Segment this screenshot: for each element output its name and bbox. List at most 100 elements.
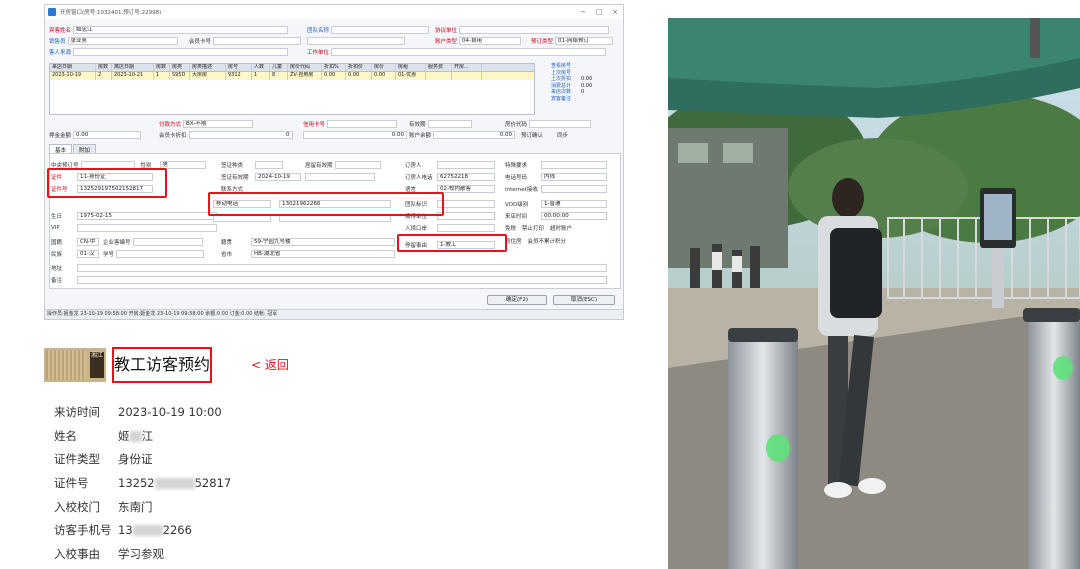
back-link[interactable]: < 返回	[251, 356, 289, 373]
campus-gate-photo	[668, 18, 1080, 569]
visa-extra-field[interactable]	[305, 172, 375, 181]
booking-type-label: 预订类型	[531, 38, 554, 45]
list-item: 证件号 13252 52817	[54, 471, 231, 495]
guest-name-label: 宾客姓名	[49, 27, 72, 34]
nopoint-checkbox[interactable]: 会员不累计积分	[528, 237, 569, 245]
language-field[interactable]: 02-校内散客	[437, 184, 495, 193]
list-item: 来访时间 2023-10-19 10:00	[54, 400, 231, 424]
member-level-field[interactable]: 0	[188, 130, 293, 139]
guest-source-field[interactable]	[73, 47, 289, 56]
confirm-button[interactable]: 确定(F2)	[487, 295, 547, 305]
guest-name-field[interactable]: 姬忠江	[73, 25, 289, 34]
arrival-time-label: 来店时间	[505, 213, 528, 220]
outer-checkbox[interactable]: 超时账户	[550, 224, 574, 232]
work-unit-label: 工作单位	[307, 49, 330, 56]
visa-type-field[interactable]	[255, 160, 283, 169]
table-row[interactable]: 2023-10-19 2 2023-10-21 1 S95D 大床房 9312 …	[50, 72, 534, 80]
cancel-button[interactable]: 取消(ESC)	[553, 295, 615, 305]
grid-cell: 0.00	[346, 72, 372, 80]
balance-row: 账户余额 0.00	[409, 130, 516, 139]
school-field[interactable]	[116, 249, 205, 258]
maximize-icon[interactable]: □	[591, 8, 607, 16]
account-type-extra-field[interactable]	[307, 36, 405, 45]
entry-label: 入境口岸	[405, 225, 428, 232]
member-card-field[interactable]	[213, 36, 302, 45]
arrival-time-row: 来店时间 00:00:00	[505, 211, 607, 220]
work-unit-field[interactable]	[331, 47, 607, 56]
vip-label: VIP	[51, 224, 60, 231]
info-key: 姓名	[54, 428, 77, 443]
pay-label: 付款方式	[159, 121, 182, 128]
sales-unit-field[interactable]	[459, 25, 610, 34]
credit-field[interactable]	[327, 119, 398, 128]
gender-field[interactable]: 男	[159, 160, 206, 169]
vip-field[interactable]	[77, 223, 217, 232]
minimize-icon[interactable]: −	[575, 8, 591, 16]
noprint-checkbox[interactable]: 禁止打印	[522, 224, 546, 232]
amount-row: 0.00	[303, 130, 407, 139]
deposit-field[interactable]: 0.00	[73, 130, 142, 139]
guest-phone-field[interactable]: 内线	[541, 172, 607, 181]
address-field[interactable]	[77, 263, 607, 272]
balance-field[interactable]: 0.00	[433, 130, 516, 139]
visa-type-row: 签证种类 居留有效期	[221, 160, 381, 169]
group-mark-field[interactable]	[437, 199, 495, 208]
booking-type-field[interactable]: 01-网络预订	[555, 36, 614, 45]
voucher-row: 房价代码	[505, 119, 592, 128]
guest-name-row: 宾客姓名 姬忠江	[49, 25, 289, 34]
ethnic-field[interactable]: 01-汉	[77, 249, 99, 258]
same-room-row: 同住房 会员不累计积分	[505, 236, 568, 245]
list-item: 证件类型 身份证	[54, 447, 231, 471]
origin-field[interactable]: 59-宁园九号楼	[251, 237, 395, 246]
province-field[interactable]: HB-湖北省	[251, 249, 395, 258]
order-unit-field[interactable]	[437, 211, 495, 220]
group-name-field[interactable]	[331, 25, 430, 34]
stay-valid-field[interactable]	[334, 160, 381, 169]
booker-phone-field[interactable]: 62752218	[437, 172, 495, 181]
vod-field[interactable]: 1-普通	[541, 199, 607, 208]
info-key: 访客手机号	[54, 523, 112, 538]
info-value: 13 2266	[118, 523, 192, 538]
work-unit-row: 工作单位	[307, 47, 607, 56]
entry-row: 入境口岸	[405, 223, 495, 232]
birthday-label: 生日	[51, 213, 63, 220]
grid-cell: 1	[154, 72, 170, 80]
info-value: 学习参观	[118, 546, 164, 561]
remark-field[interactable]	[77, 275, 607, 284]
special-field[interactable]	[541, 160, 607, 169]
account-type-field[interactable]: 04-自用	[459, 36, 522, 45]
booker-field[interactable]	[437, 160, 495, 169]
vod-row: VOD级别 1-普通	[505, 199, 607, 208]
guest-source-label: 客人来源	[49, 49, 72, 56]
free-checkbox[interactable]: 免税	[505, 224, 518, 232]
valid-label: 有效期	[409, 121, 426, 128]
pay-field[interactable]: BX-不限	[183, 119, 254, 128]
voucher-field[interactable]	[529, 119, 592, 128]
nation-row: 国籍 CN-中 企业客编号	[51, 237, 203, 246]
sync-checkbox[interactable]: 同步	[557, 131, 570, 139]
info-key: 入校事由	[54, 546, 100, 561]
info-value: 13252 52817	[118, 475, 232, 490]
member-level-row: 会员卡折扣 0	[159, 130, 293, 139]
enterprise-field[interactable]	[132, 237, 203, 246]
confirm-check-row: 预订确认 同步	[521, 130, 570, 139]
amount-field[interactable]: 0.00	[303, 130, 407, 139]
nation-field[interactable]: CN-中	[77, 237, 99, 246]
grid-col: 房价	[372, 64, 396, 71]
arrival-time-field[interactable]: 00:00:00	[541, 211, 607, 220]
valid-field[interactable]	[427, 119, 472, 128]
close-icon[interactable]: ×	[607, 8, 623, 16]
internet-field[interactable]	[541, 184, 607, 193]
remark-label: 备注	[51, 277, 63, 284]
stay-valid-label: 居留有效期	[305, 162, 333, 169]
visa-valid-field[interactable]: 2024-10-19	[255, 172, 301, 181]
info-value: 身份证	[118, 452, 153, 467]
logo-text: 湘江	[90, 352, 104, 378]
confirm-checkbox[interactable]: 预订确认	[521, 131, 545, 139]
deposit-row: 押金金额 0.00	[49, 130, 142, 139]
same-room-checkbox[interactable]: 同住房	[505, 237, 524, 245]
salesperson-field[interactable]: 张业务	[67, 36, 178, 45]
grid-col: 房租	[396, 64, 426, 71]
entry-field[interactable]	[437, 223, 495, 232]
birthday-field[interactable]: 1975-02-15	[77, 211, 217, 220]
